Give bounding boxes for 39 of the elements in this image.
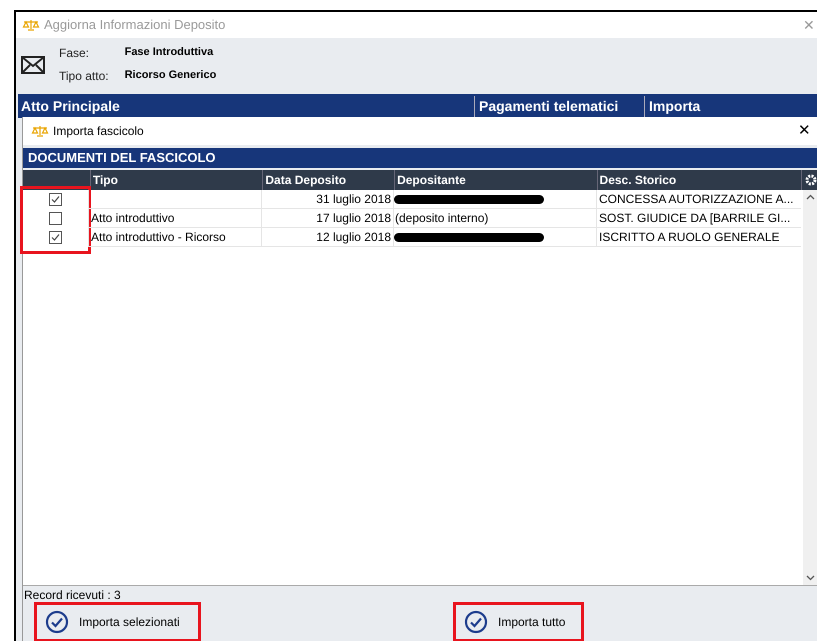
field-label: Fase: — [59, 45, 90, 62]
scrollbar[interactable] — [803, 190, 817, 585]
table-cell: ISCRITTO A RUOLO GENERALE — [596, 228, 801, 246]
table-cell: 12 luglio 2018 — [261, 228, 393, 246]
close-button[interactable]: ✕ — [798, 120, 817, 142]
table-cell: 17 luglio 2018 — [261, 209, 393, 227]
import-button[interactable]: Importa tutto — [453, 602, 584, 641]
column-header: Desc. Storico — [598, 170, 802, 190]
scales-icon — [22, 19, 40, 31]
checkmark-icon — [50, 194, 61, 205]
dialog-title: Importa fascicolo — [53, 123, 144, 140]
table-cell-text: (deposito interno) — [394, 210, 490, 227]
table-cell: CONCESSA AUTORIZZAZIONE A... — [596, 190, 801, 208]
check-circle-icon — [464, 610, 488, 634]
field-value: Fase Introduttiva — [124, 45, 214, 60]
scroll-down-icon[interactable] — [806, 575, 814, 581]
bar-heading: Atto Principale — [20, 96, 121, 116]
column-header: Data Deposito — [263, 170, 396, 190]
field-value: Ricorso Generico — [124, 68, 216, 83]
scales-icon — [31, 125, 49, 137]
checkbox[interactable] — [49, 231, 62, 244]
scroll-up-icon[interactable] — [806, 194, 814, 200]
column-header: Depositante — [395, 170, 598, 190]
field-label: Tipo atto: — [59, 68, 109, 85]
table-cell: SOST. GIUDICE DA [BARRILE GI... — [596, 209, 801, 227]
table-cell: Atto introduttivo - Ricorso — [88, 228, 261, 246]
check-circle-icon — [45, 610, 69, 634]
checkbox[interactable] — [49, 212, 62, 225]
envelope-icon — [21, 56, 45, 74]
record-count: Record ricevuti : 3 — [23, 587, 122, 602]
window-title: Aggiorna Informazioni Deposito — [44, 16, 226, 34]
table-cell: 31 luglio 2018 — [261, 190, 393, 208]
import-button[interactable]: Importa selezionati — [34, 602, 201, 641]
checkbox[interactable] — [49, 193, 62, 206]
table-cell: Atto introduttivo — [88, 209, 261, 227]
checkmark-icon — [50, 232, 61, 243]
column-header: Tipo — [90, 170, 264, 190]
section-header: DOCUMENTI DEL FASCICOLO — [23, 148, 817, 168]
gear-icon[interactable] — [805, 174, 817, 186]
